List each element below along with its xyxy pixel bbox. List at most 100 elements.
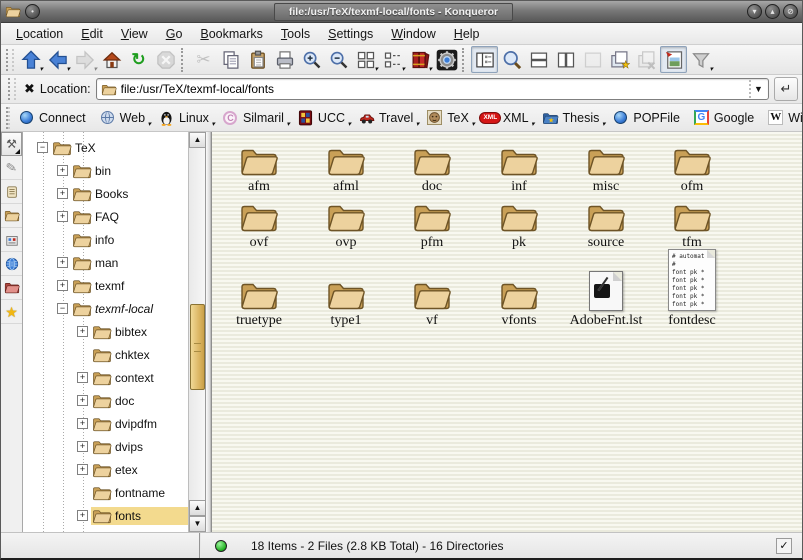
tree-item-info[interactable]: info (57, 228, 188, 251)
title-bar[interactable]: • file:/usr/TeX/texmf-local/fonts - Konq… (1, 1, 802, 23)
sidebar-bookmarks-editor-button[interactable]: ✎ (1, 156, 22, 180)
bookmark-ucc[interactable]: UCC▾ (293, 107, 353, 128)
location-drag-handle[interactable] (8, 78, 16, 100)
menu-view[interactable]: View (112, 25, 157, 43)
icon-view-button[interactable]: ▾ (352, 46, 379, 73)
folder-item-misc[interactable]: misc (563, 137, 649, 195)
menu-location[interactable]: Location (7, 25, 72, 43)
tree-item-books[interactable]: +Books (57, 182, 188, 205)
maximize-button[interactable]: ▴ (765, 4, 780, 19)
folder-item-doc[interactable]: doc (389, 137, 475, 195)
sticky-button[interactable]: • (25, 4, 40, 19)
multicolumn-view-button[interactable]: ▾ (379, 46, 406, 73)
folder-icon-view[interactable]: afm afml doc inf misc ofm ovf ovp pfm pk… (211, 132, 802, 532)
sidebar-root-folder-button[interactable] (1, 276, 22, 300)
folder-item-ofm[interactable]: ofm (649, 137, 735, 195)
home-button[interactable] (98, 46, 125, 73)
bookmark-web[interactable]: Web▾ (95, 107, 153, 128)
tree-item-faq[interactable]: +FAQ (57, 205, 188, 228)
tree-item-doc[interactable]: +doc (77, 389, 188, 412)
tree-item-man[interactable]: +man (57, 251, 188, 274)
sidebar-network-button[interactable] (1, 252, 22, 276)
menu-settings[interactable]: Settings (319, 25, 382, 43)
location-value[interactable]: file:/usr/TeX/texmf-local/fonts (121, 82, 745, 96)
scrollbar-thumb[interactable] (190, 304, 205, 390)
menu-help[interactable]: Help (445, 25, 489, 43)
bookmark-tex[interactable]: TeX▾ (422, 107, 477, 128)
tree-scrollbar[interactable]: ▲ ▲ ▼ (188, 132, 205, 532)
bookmark-wikipedia[interactable]: WWikipedia (763, 107, 803, 128)
bookmark-connect[interactable]: Connect (14, 107, 94, 128)
tree-item-tex[interactable]: −TeX (37, 136, 188, 159)
location-input[interactable]: file:/usr/TeX/texmf-local/fonts ▼ (96, 78, 769, 100)
menu-edit[interactable]: Edit (72, 25, 112, 43)
folder-item-tfm[interactable]: tfm (649, 193, 735, 251)
filter-dropdown-icon[interactable]: ▾ (709, 66, 713, 73)
menu-tools[interactable]: Tools (272, 25, 319, 43)
active-view-checkbox[interactable]: ✓ (776, 538, 792, 554)
tree-item-fontname[interactable]: fontname (77, 481, 188, 504)
split-view-left-right-button[interactable] (552, 46, 579, 73)
tree-item-fonts[interactable]: +fonts (77, 504, 188, 527)
bookmark-linux[interactable]: Linux▾ (154, 107, 217, 128)
folder-item-truetype[interactable]: truetype (216, 247, 302, 329)
file-item-adobefnt[interactable]: AdobeFnt.lst (563, 247, 649, 329)
tree-item-texmf-local[interactable]: −texmf-local (57, 297, 188, 320)
back-button[interactable]: ▾ (44, 46, 71, 73)
reload-button[interactable]: ↻ (125, 46, 152, 73)
bookmarks-dropdown-icon[interactable]: ▾ (428, 66, 432, 73)
print-button[interactable] (271, 46, 298, 73)
find-file-button[interactable] (498, 46, 525, 73)
show-navigation-panel-button[interactable] (471, 46, 498, 73)
copy-button[interactable] (217, 46, 244, 73)
back-dropdown-icon[interactable]: ▾ (66, 66, 70, 73)
zoom-out-button[interactable] (325, 46, 352, 73)
bookmark-google[interactable]: GGoogle (689, 107, 762, 128)
tree-item-dvipdfm[interactable]: +dvipdfm (77, 412, 188, 435)
sidebar-configure-button[interactable]: ⚒ (1, 132, 22, 156)
bookmark-silmaril[interactable]: CSilmaril▾ (218, 107, 292, 128)
up-button[interactable]: ▾ (17, 46, 44, 73)
image-preview-button[interactable] (660, 46, 687, 73)
folder-item-pk[interactable]: pk (476, 193, 562, 251)
bookmark-drag-handle[interactable] (6, 107, 10, 129)
folder-item-source[interactable]: source (563, 193, 649, 251)
location-dropdown-button[interactable]: ▼ (749, 80, 766, 98)
new-tab-button[interactable]: ★ (606, 46, 633, 73)
scroll-down-button[interactable]: ▼ (189, 516, 206, 532)
menu-bookmarks[interactable]: Bookmarks (191, 25, 272, 43)
menu-go[interactable]: Go (157, 25, 192, 43)
clear-location-button[interactable]: ✖ (24, 81, 35, 97)
tree-item-bin[interactable]: +bin (57, 159, 188, 182)
folder-item-pfm[interactable]: pfm (389, 193, 475, 251)
zoom-in-button[interactable] (298, 46, 325, 73)
scroll-up-button[interactable]: ▲ (189, 132, 206, 148)
file-item-fontdesc[interactable]: # automat#font pk *font pk *font pk *fon… (649, 247, 735, 329)
sidebar-services-button[interactable] (1, 228, 22, 252)
bookmark-travel[interactable]: Travel▾ (354, 107, 421, 128)
folder-item-inf[interactable]: inf (476, 137, 562, 195)
go-button[interactable]: ↵ (774, 77, 798, 101)
tree-item-context[interactable]: +context (77, 366, 188, 389)
folder-item-vfonts[interactable]: vfonts (476, 247, 562, 329)
filter-button[interactable]: ▾ (687, 46, 714, 73)
folder-item-ovf[interactable]: ovf (216, 193, 302, 251)
tree-item-dvips[interactable]: +dvips (77, 435, 188, 458)
menu-window[interactable]: Window (382, 25, 444, 43)
sidebar-home-folder-button[interactable] (1, 204, 22, 228)
tree-item-texmf[interactable]: +texmf (57, 274, 188, 297)
folder-item-afml[interactable]: afml (303, 137, 389, 195)
bookmark-xml[interactable]: XMLXML▾ (478, 107, 537, 128)
multicolumn-dropdown-icon[interactable]: ▾ (401, 66, 405, 73)
scroll-up-button-2[interactable]: ▲ (189, 500, 206, 516)
up-dropdown-icon[interactable]: ▾ (39, 66, 43, 73)
split-view-top-bottom-button[interactable] (525, 46, 552, 73)
folder-item-afm[interactable]: afm (216, 137, 302, 195)
bookmark-thesis[interactable]: ★Thesis▾ (538, 107, 608, 128)
tree-item-bibtex[interactable]: +bibtex (77, 320, 188, 343)
minimize-button[interactable]: ▾ (747, 4, 762, 19)
tree-item-chktex[interactable]: chktex (77, 343, 188, 366)
folder-item-ovp[interactable]: ovp (303, 193, 389, 251)
folder-item-vf[interactable]: vf (389, 247, 475, 329)
bookmark-popfile[interactable]: POPFile (608, 107, 688, 128)
